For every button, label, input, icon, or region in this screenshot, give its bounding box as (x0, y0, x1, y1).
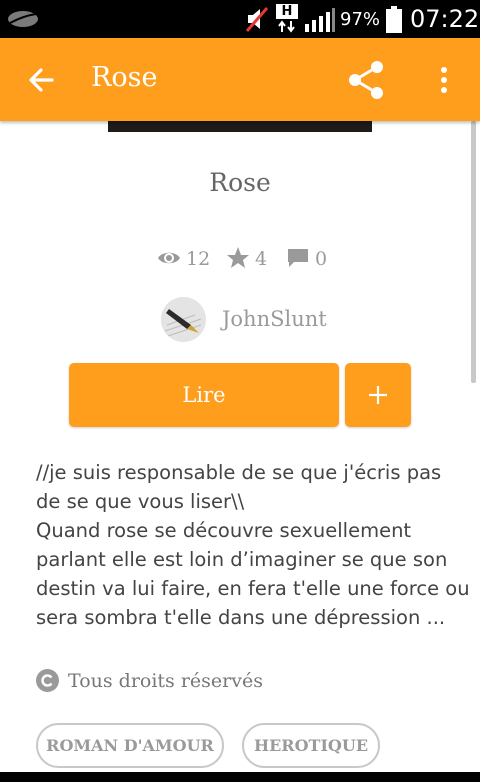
comment-icon (288, 249, 308, 267)
data-arrows-icon (278, 20, 295, 33)
description-line: //je suis responsable de se que j'écris … (36, 461, 442, 484)
star-icon (227, 247, 249, 268)
navigation-bar (0, 772, 480, 782)
copyright-icon (36, 669, 59, 692)
story-stats: 12 4 0 (0, 246, 480, 274)
avatar[interactable] (161, 297, 206, 342)
views-count: 12 (186, 248, 211, 270)
read-button[interactable]: Lire (69, 363, 339, 427)
tag-chip[interactable]: HEROTIQUE (242, 723, 380, 768)
story-title: Rose (209, 168, 271, 197)
description-line: sera sombra t'elle dans une dépression .… (36, 606, 446, 629)
share-icon[interactable] (344, 58, 388, 102)
tag-chip[interactable]: ROMAN D'AMOUR (36, 723, 224, 768)
plus-icon (369, 386, 387, 404)
description-line: destin va lui faire, en fera t'elle une … (36, 577, 470, 600)
battery-icon (386, 6, 402, 33)
author-name[interactable]: JohnSlunt (222, 307, 327, 331)
battery-percentage: 97% (340, 9, 381, 30)
back-arrow-icon[interactable] (22, 60, 62, 100)
clock: 07:22 (410, 5, 480, 33)
comments-count: 0 (315, 248, 328, 270)
status-bar: H 97% 07:22 (0, 0, 480, 38)
description-line: parlant elle est loin d’imaginer se que … (36, 548, 448, 571)
cover-image (108, 121, 372, 132)
toolbar-title: Rose (91, 62, 158, 93)
more-vert-icon[interactable] (432, 62, 456, 98)
story-description: //je suis responsable de se que j'écris … (36, 458, 470, 632)
network-type-label: H (276, 4, 298, 19)
app-toolbar: Rose (0, 38, 480, 121)
tag-label: HEROTIQUE (253, 736, 369, 755)
eye-icon (158, 252, 180, 264)
signal-icon (305, 8, 335, 32)
add-to-library-button[interactable] (345, 363, 411, 427)
copyright-label: Tous droits réservés (68, 670, 263, 692)
description-line: de se que vous liser\\ (36, 490, 245, 513)
network-type-indicator: H (276, 4, 298, 34)
leaf-icon (8, 11, 38, 27)
tag-label: ROMAN D'AMOUR (46, 736, 214, 755)
read-button-label: Lire (182, 383, 226, 407)
mute-icon (245, 7, 269, 32)
description-line: Quand rose se découvre sexuellement (36, 519, 412, 542)
votes-count: 4 (255, 248, 268, 270)
fountain-pen-avatar-icon (161, 297, 206, 342)
